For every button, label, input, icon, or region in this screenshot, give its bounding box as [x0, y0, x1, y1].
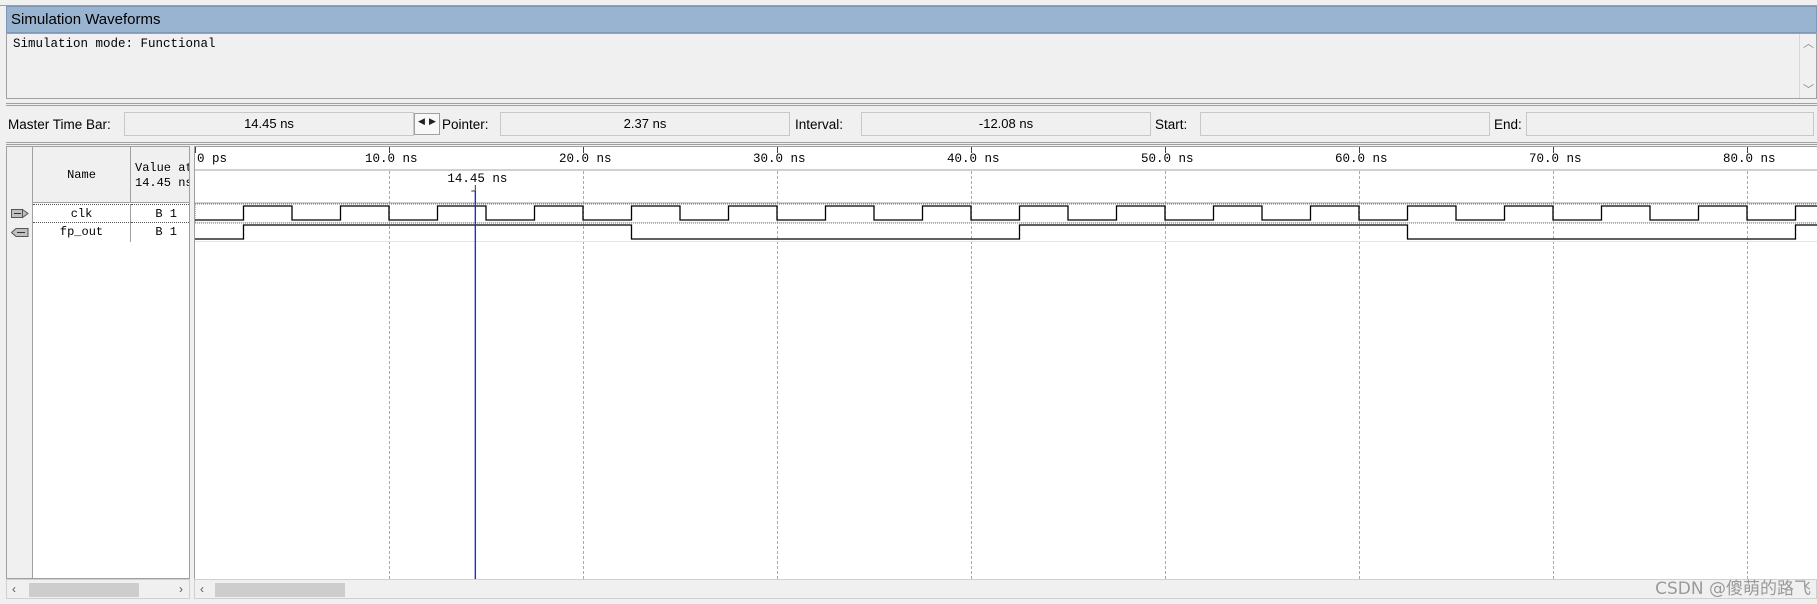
mode-panel-scrollbar[interactable]: ︿ ﹀ [1799, 34, 1816, 98]
master-time-bar-label: Master Time Bar: [8, 117, 111, 132]
scroll-right-icon[interactable]: › [179, 582, 183, 596]
signal-row-fp-out[interactable]: fp_out B 1 [7, 223, 189, 242]
signal-name: clk [33, 204, 131, 223]
scroll-up-icon[interactable]: ︿ [1803, 35, 1814, 51]
pointer-label: Pointer: [442, 117, 489, 132]
interval-label: Interval: [795, 117, 844, 132]
signal-value: B 1 [131, 204, 189, 223]
tick-label: 0 ps [197, 152, 227, 166]
clk-waveform [195, 205, 1817, 221]
window-title: Simulation Waveforms [11, 11, 161, 28]
pointer-field[interactable]: 2.37 ns [500, 112, 790, 136]
end-label: End: [1494, 117, 1522, 132]
signal-list-header: Name Value at 14.45 ns [33, 147, 189, 203]
tick-label: 10.0 ns [365, 152, 418, 166]
scroll-left-icon[interactable]: ‹ [200, 582, 204, 596]
input-pin-icon [11, 208, 29, 219]
value-header-line2: 14.45 ns [135, 176, 189, 190]
master-time-bar-field[interactable]: 14.45 ns [124, 112, 414, 136]
scrollbar-thumb[interactable] [29, 583, 139, 597]
value-header-line1: Value at [135, 161, 189, 175]
signal-row-clk[interactable]: clk B 1 [7, 204, 189, 223]
start-field[interactable] [1200, 112, 1490, 136]
output-pin-icon [11, 228, 29, 237]
value-column-header[interactable]: Value at 14.45 ns [131, 147, 189, 203]
start-label: Start: [1155, 117, 1188, 132]
end-field[interactable] [1526, 112, 1814, 136]
tick-label: 20.0 ns [559, 152, 612, 166]
tick-label: 60.0 ns [1335, 152, 1388, 166]
simulation-mode-panel: Simulation mode: Functional ︿ ﹀ [6, 33, 1817, 99]
signal-list-pane: Name Value at 14.45 ns clk B 1 fp_out B … [6, 146, 190, 579]
tick-label: 40.0 ns [947, 152, 1000, 166]
watermark-text: CSDN @傻萌的路飞 [1655, 579, 1811, 599]
window-titlebar: Simulation Waveforms [6, 6, 1817, 33]
divider [6, 103, 1817, 106]
interval-field[interactable]: -12.08 ns [861, 112, 1151, 136]
tick-label: 80.0 ns [1723, 152, 1776, 166]
scroll-down-icon[interactable]: ﹀ [1803, 81, 1814, 97]
simulation-mode-text: Simulation mode: Functional [13, 37, 216, 51]
scrollbar-thumb[interactable] [215, 583, 345, 597]
scroll-left-icon[interactable]: ‹ [12, 582, 16, 596]
arrow-left-icon[interactable]: ◀ [418, 116, 425, 127]
master-time-spinner[interactable]: ◀ ▶ [414, 113, 440, 135]
name-column-header[interactable]: Name [33, 147, 131, 203]
waveform-view[interactable]: 0 ps 10.0 ns 20.0 ns 30.0 ns 40.0 ns 50.0 ns 6… [194, 146, 1817, 579]
waveform-canvas[interactable]: 0 ps 10.0 ns 20.0 ns 30.0 ns 40.0 ns 50.0 ns 6… [195, 147, 1817, 579]
signal-name: fp_out [33, 223, 131, 242]
fp-out-waveform [195, 224, 1817, 240]
master-time-bar-label: 14.45 ns [447, 172, 507, 186]
signal-list-hscrollbar[interactable]: ‹ › [6, 579, 190, 599]
waveform-hscrollbar[interactable]: ‹ [194, 579, 1817, 599]
signal-value: B 1 [155, 225, 177, 239]
divider [6, 142, 1817, 145]
tick-label: 30.0 ns [753, 152, 806, 166]
time-bar-toolbar: Master Time Bar: 14.45 ns ◀ ▶ Pointer: 2… [0, 110, 1817, 138]
tick-label: 70.0 ns [1529, 152, 1582, 166]
arrow-right-icon[interactable]: ▶ [429, 116, 436, 127]
tick-label: 50.0 ns [1141, 152, 1194, 166]
